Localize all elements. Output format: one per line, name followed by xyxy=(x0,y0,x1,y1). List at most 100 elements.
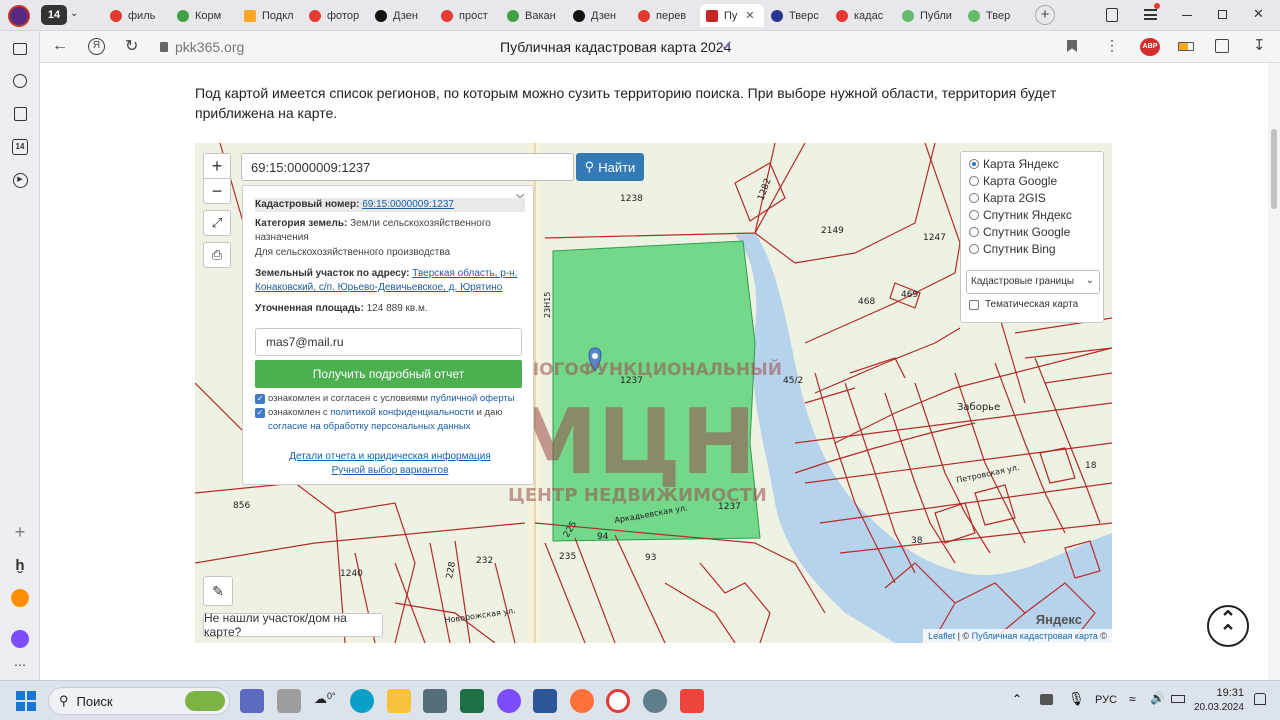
browser-tab[interactable]: Корм xyxy=(177,4,235,27)
menu-icon[interactable] xyxy=(1144,3,1160,20)
chevron-down-icon[interactable]: ⌄ xyxy=(70,8,78,19)
browser-tab[interactable]: Вакан xyxy=(507,4,565,27)
layer-option[interactable]: Карта Яндекс xyxy=(969,157,1059,171)
history-icon[interactable] xyxy=(10,71,30,91)
more-dots-icon[interactable]: ⋯ xyxy=(10,655,30,675)
radio-icon[interactable] xyxy=(969,227,979,237)
page-scrollbar[interactable] xyxy=(1268,63,1280,680)
browser-tab[interactable]: Тверс xyxy=(771,4,829,27)
download-icon[interactable]: ↧ xyxy=(1253,36,1266,54)
cadastral-map[interactable]: 1238 1282 2149 1247 468 469 1237 1237 45… xyxy=(195,143,1112,643)
task-view-icon[interactable] xyxy=(277,689,301,713)
more-icon[interactable]: ⋮ xyxy=(1105,37,1119,54)
browser-tab[interactable]: фотор xyxy=(309,4,367,27)
explorer-icon[interactable] xyxy=(387,689,411,713)
privacy-link[interactable]: политикой конфиденциальности xyxy=(330,407,474,418)
url-text[interactable]: pkk365.org xyxy=(175,39,244,55)
collections-icon[interactable] xyxy=(1106,8,1118,22)
zoom-in-button[interactable]: + xyxy=(203,153,231,179)
checkbox-icon[interactable] xyxy=(969,299,979,310)
close-icon[interactable]: ✕ xyxy=(745,9,754,22)
browser-tab[interactable]: Твер xyxy=(968,4,1024,27)
wifi-icon[interactable]: ≈ xyxy=(1129,692,1136,706)
play-icon[interactable]: ▶ xyxy=(10,170,30,190)
firefox-icon[interactable] xyxy=(570,689,594,713)
radio-icon[interactable] xyxy=(969,210,979,220)
add-icon[interactable]: + xyxy=(10,522,30,542)
offer-link[interactable]: публичной оферты xyxy=(431,393,515,404)
back-icon[interactable]: ← xyxy=(52,37,68,55)
calendar-icon[interactable]: 14 xyxy=(10,137,30,157)
microphone-icon[interactable]: 🎙 xyxy=(1068,691,1085,707)
clock-time[interactable]: 19:31 xyxy=(1200,687,1244,699)
browser-tab[interactable]: кадас xyxy=(836,4,894,27)
screenshot-icon[interactable] xyxy=(10,39,30,59)
email-field[interactable]: mas7@mail.ru xyxy=(255,328,522,356)
weather-icon[interactable]: ☁0° xyxy=(314,691,336,707)
app-orange-icon[interactable] xyxy=(10,588,30,608)
pkk-link[interactable]: Публичная кадастровая карта xyxy=(972,631,1098,641)
abp-badge[interactable]: АВР xyxy=(1140,38,1160,56)
offer-checkbox[interactable]: ✓ xyxy=(255,394,265,404)
calculator-icon[interactable] xyxy=(423,689,447,713)
word-icon[interactable] xyxy=(533,689,557,713)
browser-tab[interactable]: Подкл xyxy=(244,4,302,27)
not-found-button[interactable]: Не нашли участок/дом на карте? xyxy=(203,611,383,639)
scrollbar-thumb[interactable] xyxy=(1271,129,1277,209)
yandex-browser-icon[interactable] xyxy=(606,689,630,713)
minimize-icon[interactable] xyxy=(1182,15,1192,16)
layer-option[interactable]: Спутник Bing xyxy=(969,242,1056,256)
bookmark-icon[interactable] xyxy=(1067,40,1077,52)
browser-tab[interactable]: Публи xyxy=(902,4,960,27)
tray-chevron-up-icon[interactable]: ⌃ xyxy=(1012,692,1022,706)
browser-tab[interactable]: перев xyxy=(638,4,696,27)
alice-taskbar-icon[interactable] xyxy=(497,689,521,713)
new-tab-icon[interactable]: + xyxy=(1035,5,1055,25)
radio-icon[interactable] xyxy=(969,193,979,203)
privacy-checkbox[interactable]: ✓ xyxy=(255,408,265,418)
layer-option[interactable]: Карта 2GIS xyxy=(969,191,1046,205)
find-button[interactable]: ⚲ Найти xyxy=(576,153,644,181)
collections-sidebar-icon[interactable] xyxy=(10,104,30,124)
close-window-icon[interactable]: ✕ xyxy=(1253,6,1264,22)
clock-date[interactable]: 20.03.2024 xyxy=(1186,702,1244,713)
browser-tab[interactable]: Дзен xyxy=(375,4,433,27)
cadastral-search-input[interactable]: 69:15:0000009:1237 xyxy=(241,153,574,181)
browser-tab[interactable]: прост xyxy=(441,4,499,27)
tab-counter[interactable]: 14 xyxy=(41,5,67,25)
battery-extension-icon[interactable] xyxy=(1178,42,1194,51)
battery-icon[interactable] xyxy=(1171,695,1185,703)
edge-icon[interactable] xyxy=(350,689,374,713)
widgets-icon[interactable] xyxy=(240,689,264,713)
language-indicator[interactable]: РУС xyxy=(1095,694,1117,706)
radio-selected-icon[interactable] xyxy=(969,159,979,169)
anydesk-icon[interactable] xyxy=(680,689,704,713)
browser-tab-active[interactable]: Пу ✕ xyxy=(700,4,764,27)
tray-app-icon[interactable] xyxy=(1040,694,1053,705)
windows-start-icon[interactable] xyxy=(16,691,36,711)
taskbar-search-box[interactable]: ⚲ Поиск xyxy=(48,687,230,715)
radio-icon[interactable] xyxy=(969,176,979,186)
settings-icon[interactable] xyxy=(643,689,667,713)
fullscreen-icon[interactable]: ⤢ xyxy=(203,210,231,236)
translate-icon[interactable]: ḫ xyxy=(10,555,30,575)
volume-icon[interactable]: 🔊 xyxy=(1150,691,1165,705)
scroll-to-top-button[interactable]: ⌃ ⌃ xyxy=(1207,605,1249,647)
print-icon[interactable]: ⎙ xyxy=(203,242,231,268)
maximize-icon[interactable] xyxy=(1218,10,1227,19)
layer-option[interactable]: Спутник Google xyxy=(969,225,1070,239)
get-report-button[interactable]: Получить подробный отчет xyxy=(255,360,522,388)
layer-select[interactable]: Кадастровые границы ⌄ xyxy=(966,270,1100,294)
excel-icon[interactable] xyxy=(460,689,484,713)
browser-tab[interactable]: филь xyxy=(110,4,168,27)
leaflet-link[interactable]: Leaflet xyxy=(928,631,955,641)
cad-number-link[interactable]: 69:15:0000009:1237 xyxy=(362,199,454,210)
layer-option[interactable]: Спутник Яндекс xyxy=(969,208,1072,222)
notifications-icon[interactable] xyxy=(1254,693,1266,705)
ruler-icon[interactable]: ✎ xyxy=(203,576,233,606)
details-link[interactable]: Детали отчета и юридическая информация xyxy=(289,451,491,462)
browser-tab[interactable]: Дзен xyxy=(573,4,631,27)
thematic-map-option[interactable]: Тематическая карта xyxy=(969,299,1078,310)
zoom-out-button[interactable]: − xyxy=(203,178,231,204)
manual-select-link[interactable]: Ручной выбор вариантов xyxy=(332,465,449,476)
